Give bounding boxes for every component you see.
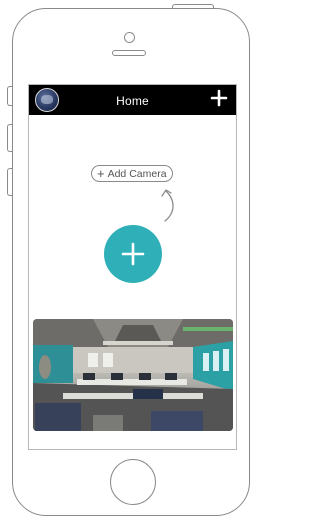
add-button[interactable] xyxy=(210,89,228,107)
earpiece-speaker xyxy=(112,50,146,56)
plus-icon: + xyxy=(97,166,105,181)
front-camera xyxy=(124,32,135,43)
camera-feed-thumbnail[interactable] xyxy=(33,319,233,431)
add-camera-label: Add Camera xyxy=(107,167,167,180)
add-camera-fab[interactable] xyxy=(104,225,162,283)
plus-icon xyxy=(121,242,145,266)
office-scene-image xyxy=(33,319,233,431)
page-title: Home xyxy=(116,94,149,108)
plus-icon xyxy=(210,89,228,107)
curved-arrow-icon xyxy=(161,189,174,222)
add-camera-button[interactable]: + Add Camera xyxy=(91,165,173,182)
app-screen: Home + Add Camera xyxy=(28,84,237,450)
home-button[interactable] xyxy=(110,459,156,505)
top-bar: Home xyxy=(29,85,236,115)
